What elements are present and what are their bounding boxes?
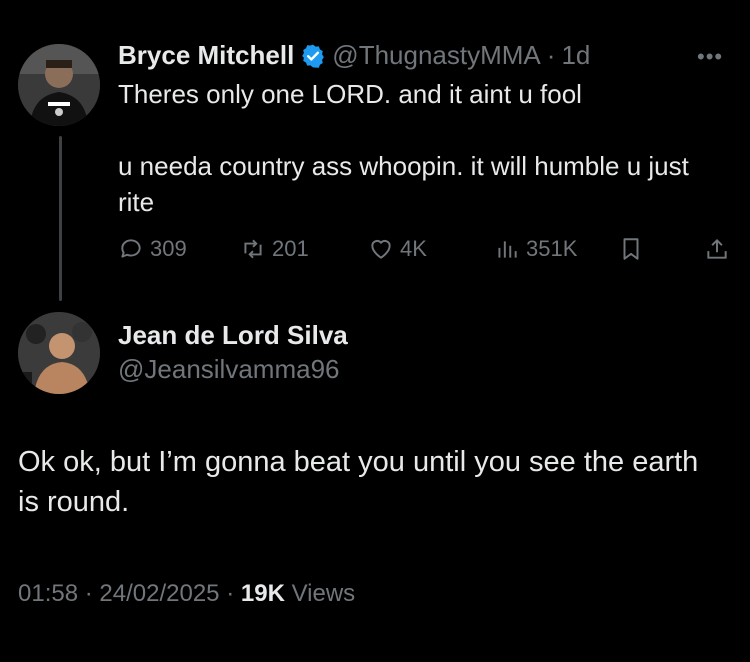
post-date[interactable]: 24/02/2025 [99, 580, 219, 607]
meta-separator-1: · [84, 580, 93, 607]
reply-author-handle[interactable]: @Jeansilvamma96 [118, 354, 339, 385]
views-button[interactable]: 351K [494, 236, 577, 262]
tweet-meta: 01:58 · 24/02/2025 · 19K Views [18, 580, 355, 608]
views-label: Views [291, 580, 356, 607]
more-options-icon[interactable]: ••• [697, 44, 723, 70]
share-button[interactable] [704, 236, 730, 262]
header-separator: · [546, 40, 556, 70]
bookmark-button[interactable] [618, 236, 644, 262]
meta-separator-2: · [226, 580, 235, 607]
views-count: 19K [240, 580, 285, 607]
share-icon [707, 238, 727, 259]
repost-icon [244, 239, 262, 259]
reply-count: 309 [150, 236, 187, 261]
author-handle[interactable]: @ThugnastyMMA [332, 40, 540, 71]
like-count: 4K [400, 236, 427, 261]
bookmark-icon [623, 238, 639, 260]
heart-icon [371, 239, 391, 259]
tweet-text-line1: Theres only one LORD. and it aint u fool [118, 79, 582, 109]
thread-connector-line [59, 136, 62, 301]
reply-icon [121, 239, 141, 258]
reply-tweet-text: Ok ok, but I’m gonna beat you until you … [18, 446, 699, 518]
repost-button[interactable]: 201 [240, 236, 309, 262]
repost-count: 201 [272, 236, 309, 261]
verified-badge-icon [300, 43, 326, 69]
avatar-jean-silva[interactable] [18, 312, 100, 394]
like-button[interactable]: 4K [368, 236, 427, 262]
post-time[interactable]: 01:58 [18, 580, 78, 607]
author-name[interactable]: Bryce Mitchell [118, 40, 294, 71]
view-count: 351K [526, 236, 578, 261]
tweet-time[interactable]: 1d [561, 40, 590, 71]
analytics-icon [498, 241, 517, 258]
tweet-text-line2: u needa country ass whoopin. it will hum… [118, 151, 697, 217]
tweet-header: Bryce Mitchell @ThugnastyMMA · 1d [118, 40, 590, 71]
avatar-bryce-mitchell[interactable] [18, 44, 100, 126]
reply-button[interactable]: 309 [118, 236, 187, 262]
reply-author-name[interactable]: Jean de Lord Silva [118, 320, 348, 351]
